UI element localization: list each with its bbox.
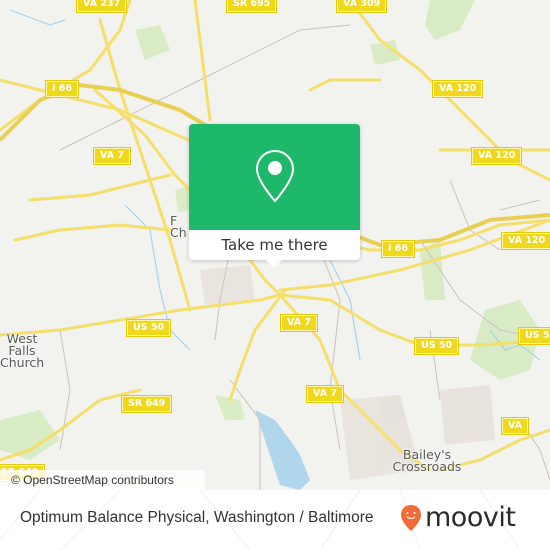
road-shield-va7-south: VA 7: [306, 385, 344, 403]
moovit-logo[interactable]: moovit: [400, 502, 516, 533]
place-label-west-falls-church: West Falls Church: [0, 331, 45, 370]
location-popup: Take me there: [189, 124, 360, 268]
road-shield-va120-a: VA 120: [431, 80, 484, 98]
road-shield-us50-west: US 50: [125, 319, 172, 337]
road-shield-va-east: VA: [500, 417, 530, 435]
footer-bar: Optimum Balance Physical, Washington / B…: [0, 490, 550, 550]
road-shield-i66-west: I 66: [44, 80, 80, 98]
popup-pointer: [265, 259, 283, 268]
map-pin-icon: [255, 149, 294, 203]
take-me-there-button[interactable]: Take me there: [189, 230, 360, 260]
road-shield-us50-center: US 50: [413, 337, 460, 355]
road-shield-va309: VA 309: [335, 0, 388, 13]
place-label-baileys-crossroads: Bailey's Crossroads: [392, 447, 462, 474]
moovit-wordmark: moovit: [425, 502, 516, 533]
place-label-falls-church: F Ch: [170, 213, 187, 240]
road-shield-va7-north: VA 7: [93, 147, 131, 165]
road-shield-sr695: SR 695: [225, 0, 278, 13]
road-shield-va7-center: VA 7: [280, 314, 318, 332]
map-view[interactable]: VA 237 SR 695 VA 309 I 66 VA 120 VA 7 VA…: [0, 0, 550, 490]
footer-title: Optimum Balance Physical, Washington / B…: [20, 509, 374, 526]
road-shield-i66-east: I 66: [380, 240, 416, 258]
road-shield-va120-c: VA 120: [500, 232, 550, 250]
road-shield-us50-east: US 50: [517, 327, 550, 345]
moovit-pin-icon: [401, 505, 421, 531]
map-attribution[interactable]: © OpenStreetMap contributors: [0, 470, 205, 490]
popup-header: [189, 124, 360, 230]
road-shield-va120-b: VA 120: [470, 147, 523, 165]
road-shield-sr649: SR 649: [120, 395, 173, 413]
road-shield-va237: VA 237: [75, 0, 128, 13]
